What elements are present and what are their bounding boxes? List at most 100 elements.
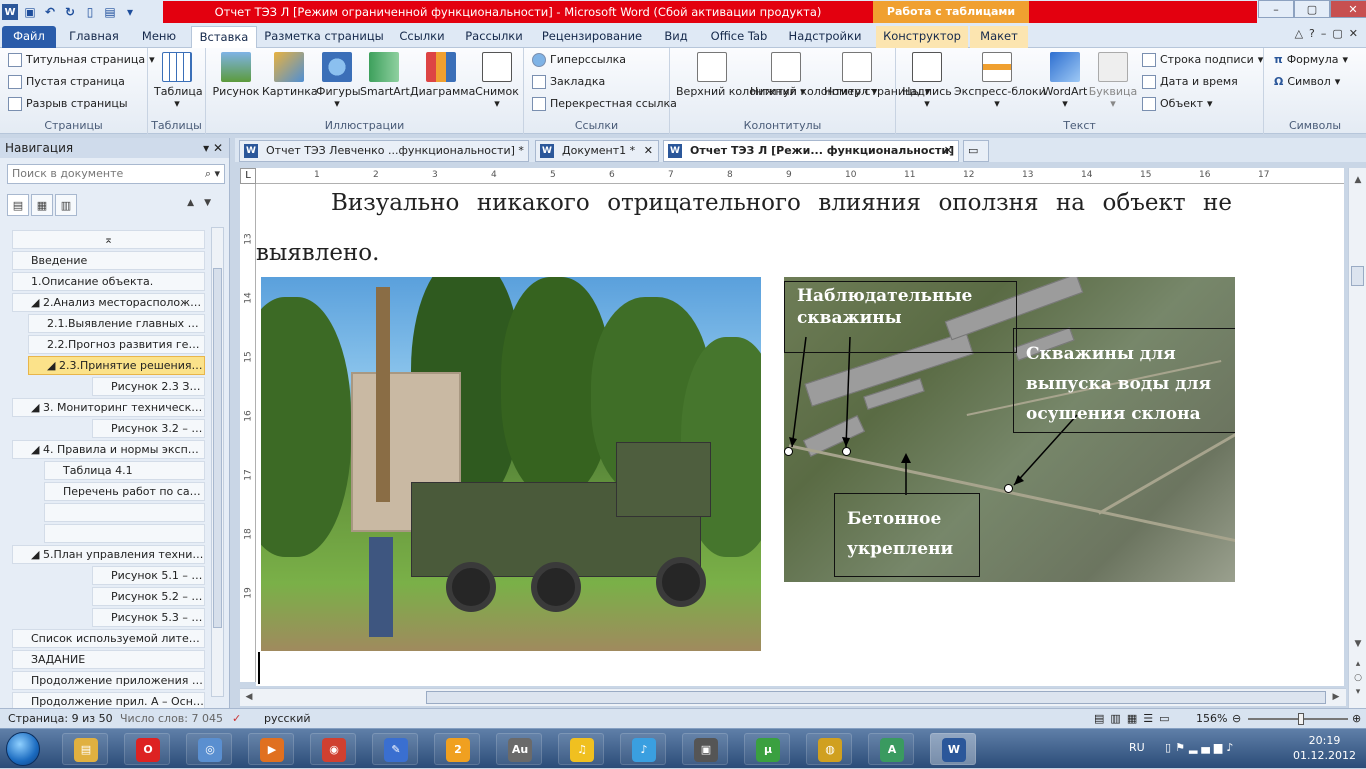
taskbar-app[interactable]: O	[124, 733, 170, 765]
browse-previous-icon[interactable]: ▴	[1352, 658, 1364, 670]
network-icon[interactable]: ▂▄▆	[1189, 741, 1226, 754]
zoom-out-icon[interactable]: ⊖	[1232, 709, 1241, 728]
help-icon[interactable]: ?	[1309, 27, 1315, 40]
minimize-ribbon-icon[interactable]: △	[1295, 27, 1303, 40]
nav-item[interactable]	[44, 503, 205, 522]
maximize-button[interactable]: ▢	[1294, 0, 1330, 18]
callout-concrete[interactable]: Бетонное укреплени	[834, 493, 980, 577]
web-layout-icon[interactable]: ▦	[1127, 712, 1143, 725]
tab-close-icon[interactable]: ✕	[644, 141, 653, 161]
nav-item[interactable]: Продолжение приложения А...	[12, 671, 205, 690]
scroll-thumb[interactable]	[1351, 266, 1364, 286]
battery-icon[interactable]: ▯	[1165, 741, 1175, 754]
browse-object-icon[interactable]: ○	[1352, 672, 1364, 684]
nav-item[interactable]: 1.Описание объекта.	[12, 272, 205, 291]
tab-view[interactable]: Вид	[654, 26, 698, 48]
nav-item[interactable]: Рисунок 5.3 – П...	[92, 608, 205, 627]
taskbar-app[interactable]: A	[868, 733, 914, 765]
doc-minimize-icon[interactable]: –	[1321, 27, 1327, 40]
chart-button[interactable]: Диаграмма	[410, 52, 475, 98]
word-count[interactable]: Число слов: 7 045	[120, 709, 223, 728]
smartart-button[interactable]: SmartArt	[360, 52, 410, 98]
tab-insert[interactable]: Вставка	[191, 26, 257, 48]
nav-prev-icon[interactable]: ▲	[187, 198, 204, 208]
nav-collapse-top-icon[interactable]: ⌅	[12, 230, 205, 249]
picture-button[interactable]: Рисунок	[212, 52, 260, 98]
tab-close-icon[interactable]: ✕	[944, 141, 953, 161]
nav-item[interactable]: Рисунок 5.2 – П...	[92, 587, 205, 606]
nav-item[interactable]: 2.1.Выявление главных фа...	[28, 314, 205, 333]
start-button[interactable]	[6, 732, 40, 766]
pane-options-icon[interactable]: ▾	[203, 141, 209, 155]
cross-reference-button[interactable]: Перекрестная ссылка	[532, 94, 677, 114]
horizontal-scrollbar[interactable]: ◀ ▶	[240, 688, 1346, 706]
nav-item[interactable]: Список используемой литера...	[12, 629, 205, 648]
doc-tab-1[interactable]: W Отчет ТЭЗ Левченко ...функциональности]…	[239, 140, 529, 162]
symbol-button[interactable]: Ω Символ ▾	[1274, 72, 1340, 92]
nav-item[interactable]	[44, 524, 205, 543]
page-number-button[interactable]: Номер страницы ▾	[824, 52, 930, 98]
doc-restore-icon[interactable]: ▢	[1332, 27, 1342, 40]
taskbar-app[interactable]: ✎	[372, 733, 418, 765]
flag-icon[interactable]: ⚑	[1175, 741, 1189, 754]
pane-close-icon[interactable]: ✕	[213, 141, 223, 155]
nav-item[interactable]: Таблица 4.1	[44, 461, 205, 480]
drilling-rig-photo[interactable]	[261, 277, 761, 651]
print-icon[interactable]: ▤	[102, 4, 118, 20]
pages-view-icon[interactable]: ▦	[31, 194, 53, 216]
clock[interactable]: 20:19 01.12.2012	[1293, 733, 1356, 763]
header-button[interactable]: Верхний колонтитул ▾	[676, 52, 806, 98]
callout-drainage-wells[interactable]: Скважины для выпуска воды для осушения с…	[1013, 328, 1235, 433]
satellite-map-image[interactable]: Наблюдательные скважины Скважины для вып…	[784, 277, 1235, 582]
nav-item[interactable]: Перечень работ по сан...	[44, 482, 205, 501]
nav-search-input[interactable]: Поиск в документе ⌕ ▾	[7, 164, 225, 184]
taskbar-app[interactable]: µ	[744, 733, 790, 765]
taskbar-app[interactable]: Au	[496, 733, 542, 765]
taskbar-app[interactable]: ◎	[186, 733, 232, 765]
blank-page-button[interactable]: Пустая страница	[8, 72, 125, 92]
nav-item[interactable]: ◢ 2.3.Принятие решения о с...	[28, 356, 205, 375]
new-document-icon[interactable]: ▯	[82, 4, 98, 20]
equation-button[interactable]: π Формула ▾	[1274, 50, 1348, 70]
callout-observation-wells[interactable]: Наблюдательные скважины	[784, 281, 1017, 353]
input-language[interactable]: RU	[1129, 741, 1145, 754]
nav-item[interactable]: Рисунок 2.3 Зо...	[92, 377, 205, 396]
tab-review[interactable]: Рецензирование	[536, 26, 648, 48]
clipart-button[interactable]: Картинка	[262, 52, 318, 98]
tab-addins[interactable]: Надстройки	[780, 26, 870, 48]
volume-icon[interactable]: ♪	[1226, 741, 1237, 754]
hscroll-thumb[interactable]	[426, 691, 1326, 704]
taskbar-app[interactable]: ▶	[248, 733, 294, 765]
document-page[interactable]: Визуально никакого отрицательного влияни…	[256, 184, 1344, 686]
scroll-right-icon[interactable]: ▶	[1330, 691, 1342, 703]
results-view-icon[interactable]: ▥	[55, 194, 77, 216]
tab-file[interactable]: Файл	[2, 26, 56, 48]
print-layout-icon[interactable]: ▤	[1094, 712, 1110, 725]
scroll-up-icon[interactable]: ▲	[1352, 174, 1364, 186]
undo-icon[interactable]: ↶	[42, 4, 58, 20]
screenshot-button[interactable]: Снимок ▾	[474, 52, 520, 110]
tab-mailings[interactable]: Рассылки	[458, 26, 530, 48]
customize-qat-icon[interactable]: ▾	[122, 4, 138, 20]
tab-menu[interactable]: Меню	[132, 26, 186, 48]
bookmark-button[interactable]: Закладка	[532, 72, 605, 92]
vertical-ruler[interactable]: 13 14 15 16 17 18 19	[240, 184, 256, 682]
nav-item[interactable]: ЗАДАНИЕ	[12, 650, 205, 669]
textbox-button[interactable]: Надпись ▾	[900, 52, 954, 110]
nav-scrollbar[interactable]	[211, 227, 224, 697]
dropcap-button[interactable]: Буквица ▾	[1088, 52, 1138, 110]
tab-design[interactable]: Конструктор	[876, 26, 968, 48]
nav-item[interactable]: 2.2.Прогноз развития геол...	[28, 335, 205, 354]
outline-view-icon[interactable]: ☰	[1143, 712, 1159, 725]
language-indicator[interactable]: русский	[264, 709, 311, 728]
taskbar-app[interactable]: 2	[434, 733, 480, 765]
nav-item[interactable]: ◢ 5.План управления техническ...	[12, 545, 205, 564]
new-tab-button[interactable]: ▭	[963, 140, 989, 162]
tab-selector[interactable]: L	[240, 168, 256, 184]
scroll-left-icon[interactable]: ◀	[243, 691, 255, 703]
nav-item[interactable]: Рисунок 3.2 – П...	[92, 419, 205, 438]
vertical-scrollbar[interactable]: ▲ ▼ ▴ ○ ▾	[1348, 168, 1366, 708]
nav-item[interactable]: ◢ 3. Мониторинг технического ...	[12, 398, 205, 417]
signature-line-button[interactable]: Строка подписи ▾	[1142, 50, 1263, 70]
browse-next-icon[interactable]: ▾	[1352, 686, 1364, 698]
